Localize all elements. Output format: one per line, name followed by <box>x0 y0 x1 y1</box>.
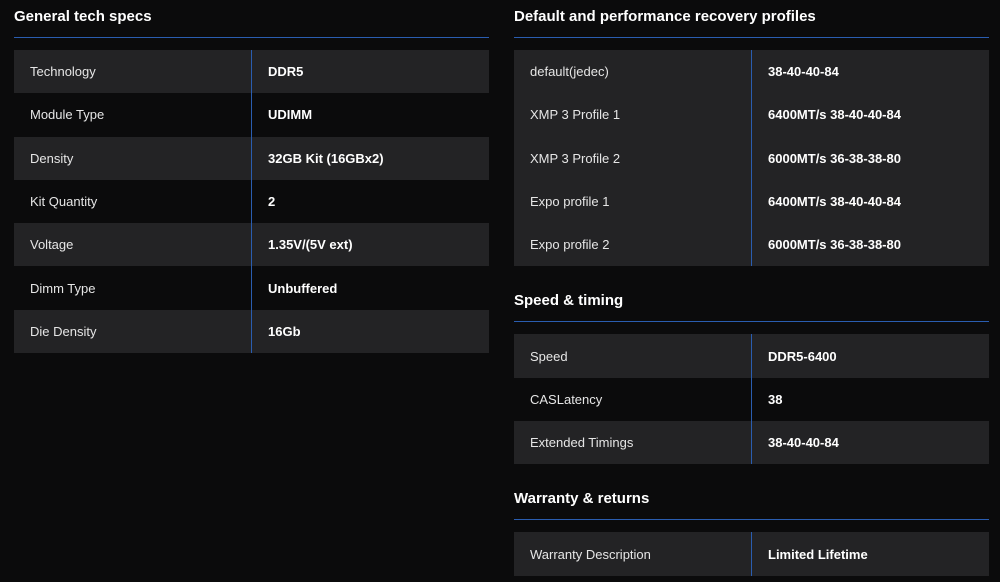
table-row: XMP 3 Profile 1 6400MT/s 38-40-40-84 <box>514 93 989 137</box>
warranty-section: Warranty & returns Warranty Description … <box>514 482 989 576</box>
table-row: CASLatency 38 <box>514 377 989 422</box>
speed-table: Speed DDR5-6400 CASLatency 38 Extended T… <box>514 334 989 465</box>
profiles-section: Default and performance recovery profile… <box>514 0 989 267</box>
row-label: default(jedec) <box>514 50 752 94</box>
row-label: Warranty Description <box>514 532 752 576</box>
general-specs-table: Technology DDR5 Module Type UDIMM Densit… <box>14 50 489 354</box>
left-column: General tech specs Technology DDR5 Modul… <box>14 0 489 354</box>
warranty-table: Warranty Description Limited Lifetime <box>514 532 989 576</box>
table-row: Kit Quantity 2 <box>14 179 489 224</box>
row-value: 32GB Kit (16GBx2) <box>268 150 384 166</box>
table-row: Voltage 1.35V/(5V ext) <box>14 223 489 267</box>
row-value: 2 <box>268 194 276 210</box>
row-value: 38-40-40-84 <box>768 435 839 451</box>
row-label: Speed <box>514 334 752 378</box>
row-label: Extended Timings <box>514 421 752 465</box>
row-value: 6000MT/s 36-38-38-80 <box>768 150 901 166</box>
row-label: XMP 3 Profile 1 <box>514 93 752 137</box>
right-column: Default and performance recovery profile… <box>514 0 989 576</box>
row-value: 1.35V/(5V ext) <box>268 237 353 253</box>
table-row: Technology DDR5 <box>14 50 489 94</box>
table-row: Expo profile 2 6000MT/s 36-38-38-80 <box>514 223 989 267</box>
section-title-warranty: Warranty & returns <box>514 482 989 521</box>
profiles-table: default(jedec) 38-40-40-84 XMP 3 Profile… <box>514 50 989 267</box>
row-value: 6400MT/s 38-40-40-84 <box>768 107 901 123</box>
row-label: Technology <box>14 50 252 94</box>
row-value: 6400MT/s 38-40-40-84 <box>768 194 901 210</box>
row-label: Die Density <box>14 309 252 354</box>
section-title-general: General tech specs <box>14 0 489 38</box>
table-row: Dimm Type Unbuffered <box>14 266 489 310</box>
section-title-speed: Speed & timing <box>514 284 989 323</box>
table-row: Density 32GB Kit (16GBx2) <box>14 136 489 180</box>
general-tech-specs-section: General tech specs Technology DDR5 Modul… <box>14 0 489 354</box>
row-value: 16Gb <box>268 323 301 339</box>
row-label: Dimm Type <box>14 266 252 310</box>
table-row: Die Density 16Gb <box>14 309 489 354</box>
row-label: Module Type <box>14 93 252 137</box>
row-value: DDR5-6400 <box>768 348 837 364</box>
row-value: 38-40-40-84 <box>768 64 839 80</box>
table-row: Warranty Description Limited Lifetime <box>514 532 989 576</box>
table-row: XMP 3 Profile 2 6000MT/s 36-38-38-80 <box>514 136 989 180</box>
section-title-profiles: Default and performance recovery profile… <box>514 0 989 38</box>
table-row: Speed DDR5-6400 <box>514 334 989 378</box>
table-row: Module Type UDIMM <box>14 93 489 137</box>
row-label: Expo profile 1 <box>514 179 752 224</box>
row-label: Voltage <box>14 223 252 267</box>
row-label: CASLatency <box>514 377 752 422</box>
row-value: 6000MT/s 36-38-38-80 <box>768 237 901 253</box>
row-value: UDIMM <box>268 107 313 123</box>
row-value: DDR5 <box>268 64 304 80</box>
row-label: Expo profile 2 <box>514 223 752 267</box>
row-value: 38 <box>768 391 783 407</box>
row-label: Kit Quantity <box>14 179 252 224</box>
table-row: Extended Timings 38-40-40-84 <box>514 421 989 465</box>
row-label: XMP 3 Profile 2 <box>514 136 752 180</box>
row-label: Density <box>14 136 252 180</box>
speed-timing-section: Speed & timing Speed DDR5-6400 CASLatenc… <box>514 284 989 465</box>
row-value: Unbuffered <box>268 280 338 296</box>
table-row: default(jedec) 38-40-40-84 <box>514 50 989 94</box>
table-row: Expo profile 1 6400MT/s 38-40-40-84 <box>514 179 989 224</box>
row-value: Limited Lifetime <box>768 546 868 562</box>
